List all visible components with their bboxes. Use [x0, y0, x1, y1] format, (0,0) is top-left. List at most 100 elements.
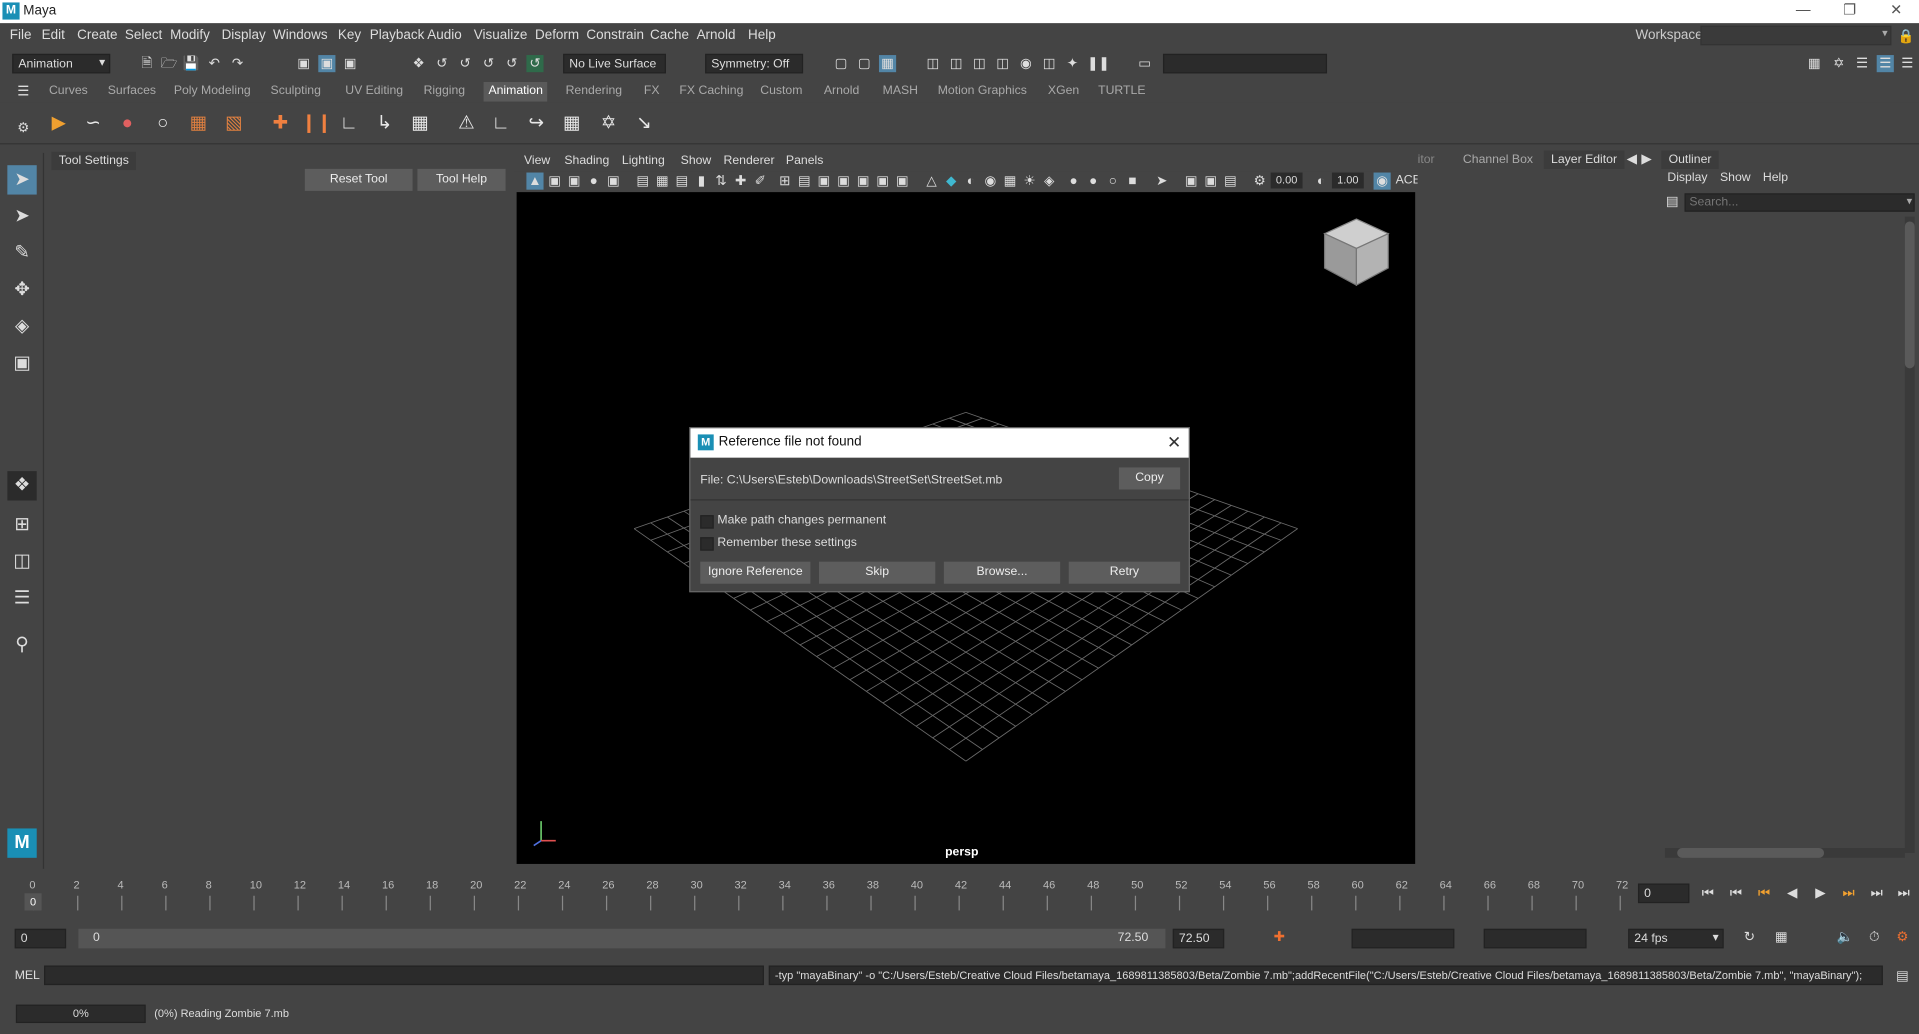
gate-mask-icon[interactable]: ⇅ [712, 173, 729, 190]
snap-live-icon[interactable]: ↺ [526, 55, 544, 73]
gamma-field[interactable]: 1.00 [1331, 172, 1364, 189]
four-view-icon[interactable]: ⊞ [7, 510, 36, 539]
outliner-vscroll[interactable] [1904, 216, 1915, 853]
shelf-tab-turtle[interactable]: TURTLE [1098, 84, 1145, 97]
loop-icon[interactable]: ↻ [1741, 929, 1758, 946]
menu-help[interactable]: Help [748, 28, 776, 43]
two-view-icon[interactable]: ◫ [7, 547, 36, 576]
exposure-field[interactable]: 0.00 [1270, 172, 1303, 189]
menu-select[interactable]: Select [125, 28, 162, 43]
playback-speed-icon[interactable]: ⏱ [1866, 929, 1883, 946]
tool-settings-icon[interactable]: ☰ [1899, 55, 1916, 72]
minimize-icon[interactable]: — [1785, 1, 1822, 18]
attribute-editor-icon[interactable]: ☰ [1853, 55, 1870, 72]
exposure-dial-icon[interactable]: ⚙ [1251, 173, 1268, 190]
retry-button[interactable]: Retry [1068, 561, 1181, 584]
start-time-field[interactable]: 0 [14, 928, 67, 949]
backface-icon[interactable]: ■ [1124, 173, 1141, 190]
viewport-menu-show[interactable]: Show [681, 154, 712, 167]
play-preview-icon[interactable]: ▶ [45, 110, 72, 137]
maya-home-icon[interactable]: M [7, 828, 37, 858]
shelf-menu-icon[interactable]: ☰ [15, 83, 32, 100]
camera-attrs-icon[interactable]: ▣ [546, 173, 563, 190]
exposure-icon[interactable]: ▣ [1183, 173, 1200, 190]
undo-icon[interactable]: ↶ [206, 55, 223, 72]
xray-joints-icon[interactable]: ● [1085, 173, 1102, 190]
animation-prefs-icon[interactable]: ⚙ [1894, 929, 1911, 946]
viewport-menu-panels[interactable]: Panels [786, 154, 823, 167]
shelf-tab-rigging[interactable]: Rigging [424, 84, 466, 97]
menu-key[interactable]: Key [338, 28, 361, 43]
live-surface-field[interactable]: No Live Surface [563, 53, 666, 74]
lock-icon[interactable]: 🔒 [1898, 28, 1915, 45]
xray-active-icon[interactable]: ○ [1104, 173, 1121, 190]
modeling-toolkit-icon[interactable]: ▦ [1806, 55, 1823, 72]
menu-audio[interactable]: Audio [427, 28, 461, 43]
skip-button[interactable]: Skip [818, 561, 936, 584]
bake-icon[interactable]: ▦ [185, 110, 212, 137]
end-time-field[interactable]: 72.50 [1172, 928, 1225, 949]
go-to-end-icon[interactable]: ⏭ [1895, 885, 1912, 902]
use-lights-icon[interactable]: ▣ [894, 173, 911, 190]
textured-icon[interactable]: ▣ [854, 173, 871, 190]
pole-vector-icon[interactable]: ↘ [630, 110, 657, 137]
auto-key-icon[interactable]: ✚ [1271, 929, 1288, 946]
snap-grid-icon[interactable]: ❖ [410, 55, 427, 72]
construction-history-icon[interactable]: ▦ [878, 55, 897, 73]
ambient-occlusion-icon[interactable]: ◆ [943, 173, 960, 190]
shelf-tab-curves[interactable]: Curves [49, 84, 88, 97]
shelf-tab-arnold[interactable]: Arnold [824, 84, 859, 97]
select-component-icon[interactable]: ▣ [342, 55, 359, 72]
select-camera-icon[interactable]: ▲ [526, 172, 544, 190]
output-ops-icon[interactable]: ▢ [856, 55, 873, 72]
shelf-tab-uv-editing[interactable]: UV Editing [345, 84, 403, 97]
anim-layer-field[interactable] [1351, 928, 1455, 949]
scale-constraint-icon[interactable]: ▦ [558, 110, 585, 137]
ik-spline-icon[interactable]: ↳ [371, 110, 398, 137]
shelf-tab-motion-graphics[interactable]: Motion Graphics [938, 84, 1027, 97]
snap-surface-icon[interactable]: ↺ [503, 55, 520, 72]
select-tool-icon[interactable]: ➤ [7, 165, 37, 195]
menu-windows[interactable]: Windows [273, 28, 328, 43]
viewport-menu-view[interactable]: View [524, 154, 550, 167]
resolution-gate-icon[interactable]: ▮ [693, 173, 710, 190]
shelf-tab-surfaces[interactable]: Surfaces [108, 84, 156, 97]
motion-trail-icon[interactable]: ∽ [80, 110, 107, 137]
cached-playback-icon[interactable]: ▦ [1773, 929, 1790, 946]
point-constraint-icon[interactable]: ⚠ [453, 110, 480, 137]
current-time-marker[interactable]: 0 [24, 893, 42, 911]
save-scene-icon[interactable]: 💾 [182, 55, 200, 72]
symmetry-dropdown[interactable]: Symmetry: Off [705, 53, 804, 74]
frame-all-icon[interactable]: ▤ [1222, 173, 1239, 190]
go-to-start-icon[interactable]: ⏮ [1699, 885, 1716, 902]
depth-of-field-icon[interactable]: ▦ [1001, 173, 1018, 190]
paint-select-icon[interactable]: ✎ [7, 239, 36, 268]
reset-tool-button[interactable]: Reset Tool [304, 168, 413, 191]
current-frame-field[interactable]: 0 [1637, 883, 1690, 904]
outliner-menu-show[interactable]: Show [1720, 171, 1751, 184]
rotate-tool-icon[interactable]: ◈ [7, 312, 36, 341]
play-forwards-icon[interactable]: ▶ [1812, 885, 1829, 902]
menu-playback[interactable]: Playback [370, 28, 425, 43]
outliner-menu-display[interactable]: Display [1667, 171, 1707, 184]
shelf-tab-rendering[interactable]: Rendering [566, 84, 623, 97]
scale-tool-icon[interactable]: ▣ [7, 349, 36, 378]
outliner-layout-icon[interactable]: ☰ [7, 584, 36, 613]
chevron-down-icon[interactable]: ▾ [1907, 195, 1913, 208]
new-scene-icon[interactable]: 🗎 [138, 55, 155, 72]
ignore-reference-button[interactable]: Ignore Reference [700, 561, 811, 584]
gamma-dial-icon[interactable]: ◐ [1312, 173, 1329, 190]
motion-blur-icon[interactable]: ◐ [962, 173, 979, 190]
arnold-render-icon[interactable]: ✦ [1064, 55, 1081, 72]
shelf-tab-sculpting[interactable]: Sculpting [271, 84, 321, 97]
shelf-tab-custom[interactable]: Custom [760, 84, 802, 97]
menu-create[interactable]: Create [77, 28, 117, 43]
tab-channel-box[interactable]: Channel Box [1463, 153, 1533, 166]
time-slider[interactable]: 0 2 4 6 8 10 12 14 16 18 20 22 24 26 28 30 32 34 36 38 40 42 4… [0, 871, 1919, 921]
menu-visualize[interactable]: Visualize [474, 28, 528, 43]
menu-file[interactable]: File [10, 28, 32, 43]
menu-display[interactable]: Display [222, 28, 266, 43]
menu-edit[interactable]: Edit [42, 28, 65, 43]
render-settings-icon[interactable]: ◫ [994, 55, 1011, 72]
remember-checkbox[interactable] [700, 537, 714, 551]
